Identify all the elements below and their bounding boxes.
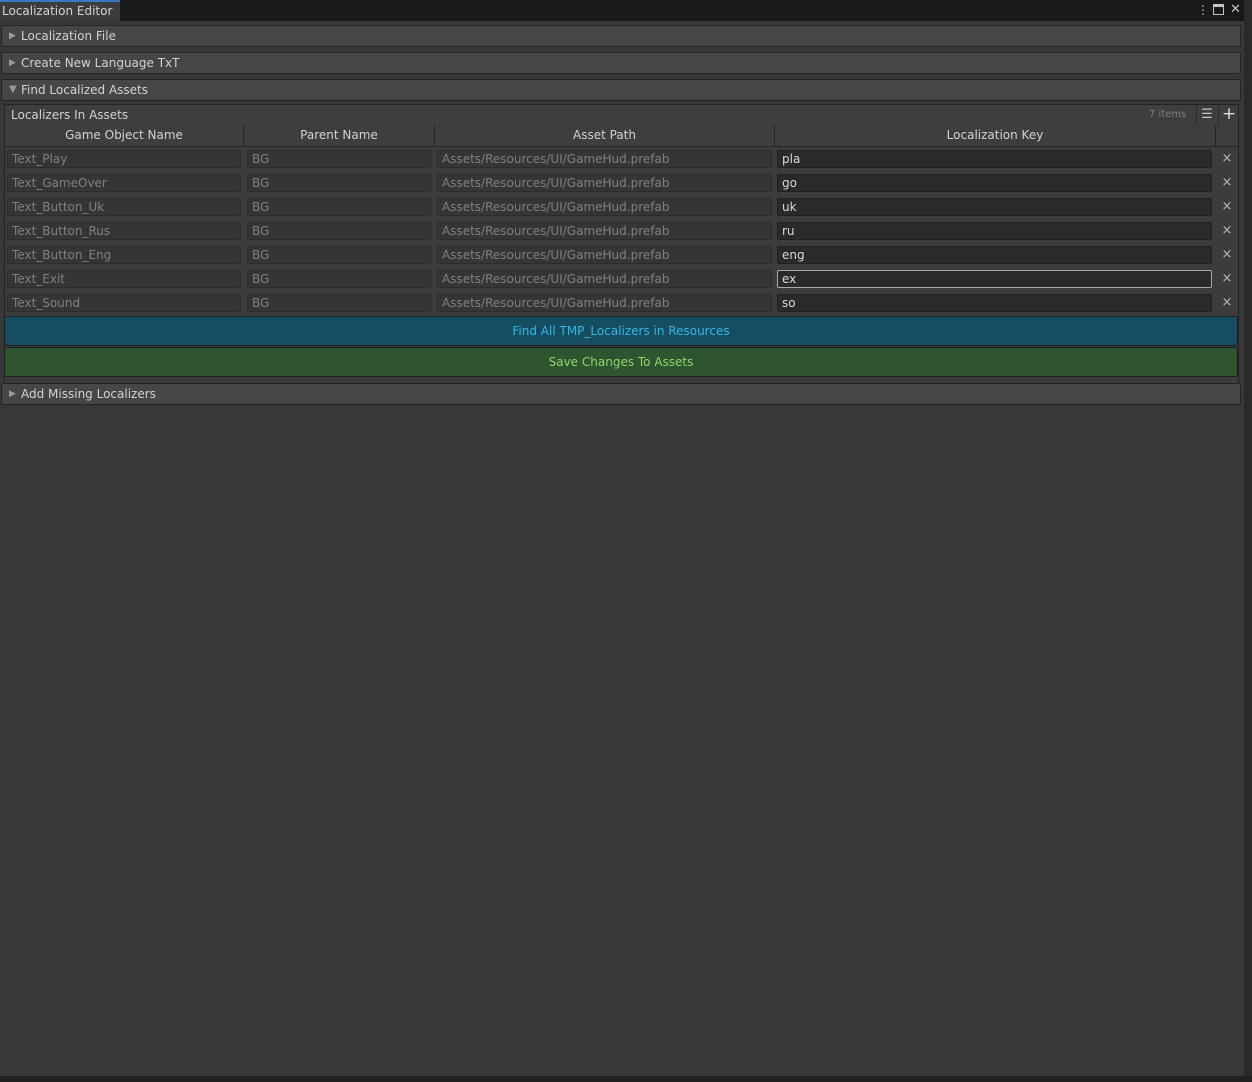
column-header-localization-key[interactable]: Localization Key (775, 125, 1216, 147)
table-row: Text_Sound BG Assets/Resources/UI/GameHu… (5, 291, 1238, 315)
remove-row-icon[interactable]: × (1218, 222, 1236, 240)
table-row: Text_Button_Eng BG Assets/Resources/UI/G… (5, 243, 1238, 267)
localization-key-input[interactable]: ru (777, 222, 1212, 240)
asset-path-field: Assets/Resources/UI/GameHud.prefab (437, 174, 772, 192)
game-object-name-field: Text_Play (7, 150, 241, 168)
table-row: Text_Play BG Assets/Resources/UI/GameHud… (5, 147, 1238, 171)
game-object-name-field: Text_Exit (7, 270, 241, 288)
remove-row-icon[interactable]: × (1218, 246, 1236, 264)
foldout-create-new-language[interactable]: ▶ Create New Language TxT (1, 52, 1241, 74)
localization-key-input[interactable]: eng (777, 246, 1212, 264)
parent-name-field: BG (247, 294, 431, 312)
localization-editor-window: ▶ Localization File ▶ Create New Languag… (0, 21, 1244, 1076)
column-header-parent-name[interactable]: Parent Name (244, 125, 435, 147)
item-count: 7 items (1149, 109, 1187, 120)
column-header-game-object-name[interactable]: Game Object Name (5, 125, 244, 147)
foldout-label: Localization File (21, 29, 116, 43)
foldout-add-missing-localizers[interactable]: ▶ Add Missing Localizers (1, 383, 1241, 405)
asset-path-field: Assets/Resources/UI/GameHud.prefab (437, 294, 772, 312)
column-header-remove (1216, 125, 1238, 147)
asset-path-field: Assets/Resources/UI/GameHud.prefab (437, 150, 772, 168)
add-item-button[interactable]: + (1218, 105, 1239, 125)
game-object-name-field: Text_Button_Eng (7, 246, 241, 264)
window-tab-bar: Localization Editor ⋮ ✕ (0, 0, 1244, 21)
save-changes-button[interactable]: Save Changes To Assets (4, 347, 1238, 377)
expand-arrow-icon: ▶ (9, 31, 16, 41)
parent-name-field: BG (247, 270, 431, 288)
expand-arrow-icon: ▶ (9, 58, 16, 68)
localization-key-input[interactable]: so (777, 294, 1212, 312)
game-object-name-field: Text_Button_Uk (7, 198, 241, 216)
table-row: Text_GameOver BG Assets/Resources/UI/Gam… (5, 171, 1238, 195)
asset-path-field: Assets/Resources/UI/GameHud.prefab (437, 222, 772, 240)
bottom-edge (0, 1076, 1252, 1082)
table-row: Text_Button_Rus BG Assets/Resources/UI/G… (5, 219, 1238, 243)
background-editor-panel (1244, 0, 1252, 1082)
remove-row-icon[interactable]: × (1218, 198, 1236, 216)
expand-arrow-icon: ▶ (9, 389, 16, 399)
localization-key-input[interactable]: pla (777, 150, 1212, 168)
localization-key-input[interactable]: uk (777, 198, 1212, 216)
game-object-name-field: Text_Button_Rus (7, 222, 241, 240)
window-tab-title: Localization Editor (2, 4, 113, 18)
parent-name-field: BG (247, 174, 431, 192)
game-object-name-field: Text_GameOver (7, 174, 241, 192)
window-tab[interactable]: Localization Editor (0, 0, 120, 21)
foldout-label: Find Localized Assets (21, 83, 149, 97)
foldout-localization-file[interactable]: ▶ Localization File (1, 25, 1241, 47)
kebab-menu-icon[interactable]: ⋮ (1197, 2, 1209, 18)
asset-path-field: Assets/Resources/UI/GameHud.prefab (437, 270, 772, 288)
close-icon[interactable]: ✕ (1230, 2, 1241, 18)
collapse-arrow-icon: ▼ (9, 84, 17, 95)
localization-key-input[interactable]: ex (777, 270, 1212, 288)
maximize-icon[interactable] (1213, 2, 1224, 19)
localization-key-input[interactable]: go (777, 174, 1212, 192)
remove-row-icon[interactable]: × (1218, 150, 1236, 168)
game-object-name-field: Text_Sound (7, 294, 241, 312)
remove-row-icon[interactable]: × (1218, 270, 1236, 288)
remove-row-icon[interactable]: × (1218, 174, 1236, 192)
find-all-localizers-button[interactable]: Find All TMP_Localizers in Resources (4, 316, 1238, 346)
parent-name-field: BG (247, 198, 431, 216)
foldout-label: Create New Language TxT (21, 56, 180, 70)
list-options-icon[interactable]: ☰ (1196, 105, 1217, 125)
foldout-label: Add Missing Localizers (21, 387, 156, 401)
table-row: Text_Button_Uk BG Assets/Resources/UI/Ga… (5, 195, 1238, 219)
column-header-asset-path[interactable]: Asset Path (435, 125, 775, 147)
parent-name-field: BG (247, 150, 431, 168)
list-header: Localizers In Assets 7 items ☰ + (5, 105, 1238, 126)
parent-name-field: BG (247, 222, 431, 240)
asset-path-field: Assets/Resources/UI/GameHud.prefab (437, 246, 772, 264)
parent-name-field: BG (247, 246, 431, 264)
remove-row-icon[interactable]: × (1218, 294, 1236, 312)
list-title: Localizers In Assets (11, 108, 129, 122)
table-row: Text_Exit BG Assets/Resources/UI/GameHud… (5, 267, 1238, 291)
foldout-find-localized-assets[interactable]: ▼ Find Localized Assets (1, 79, 1241, 101)
asset-path-field: Assets/Resources/UI/GameHud.prefab (437, 198, 772, 216)
